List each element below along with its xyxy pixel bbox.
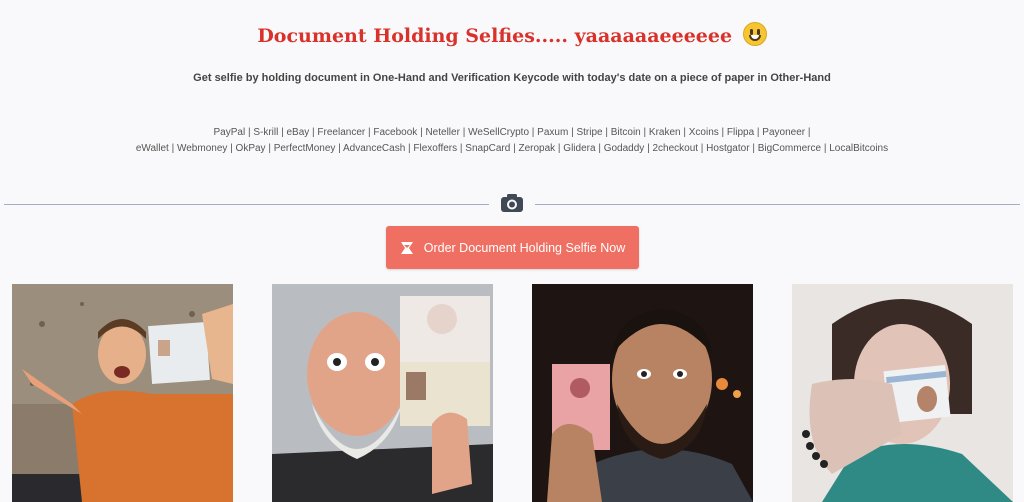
grinning-face-icon	[742, 22, 767, 46]
gallery-photo-2[interactable]	[272, 284, 493, 502]
divider-line-left	[4, 204, 489, 205]
platform-list-line-2: eWallet | Webmoney | OkPay | PerfectMone…	[135, 143, 889, 154]
badge-icon	[400, 241, 414, 255]
order-selfie-button[interactable]: Order Document Holding Selfie Now	[386, 226, 639, 269]
page-title: Document Holding Selfies..... yaaaaaaeee…	[0, 22, 1024, 50]
gallery-photo-3[interactable]	[532, 284, 753, 502]
platform-list-line-1: PayPal | S-krill | eBay | Freelancer | F…	[213, 127, 811, 138]
platform-list: PayPal | S-krill | eBay | Freelancer | F…	[0, 125, 1024, 157]
page-subtitle: Get selfie by holding document in One-Ha…	[193, 72, 831, 84]
gallery-photo-1[interactable]	[12, 284, 233, 502]
camera-icon	[500, 193, 524, 213]
divider-line-right	[535, 204, 1020, 205]
page-title-text: Document Holding Selfies..... yaaaaaaeee…	[257, 25, 733, 47]
gallery-photo-4[interactable]	[792, 284, 1013, 502]
order-selfie-button-label: Order Document Holding Selfie Now	[423, 240, 626, 255]
